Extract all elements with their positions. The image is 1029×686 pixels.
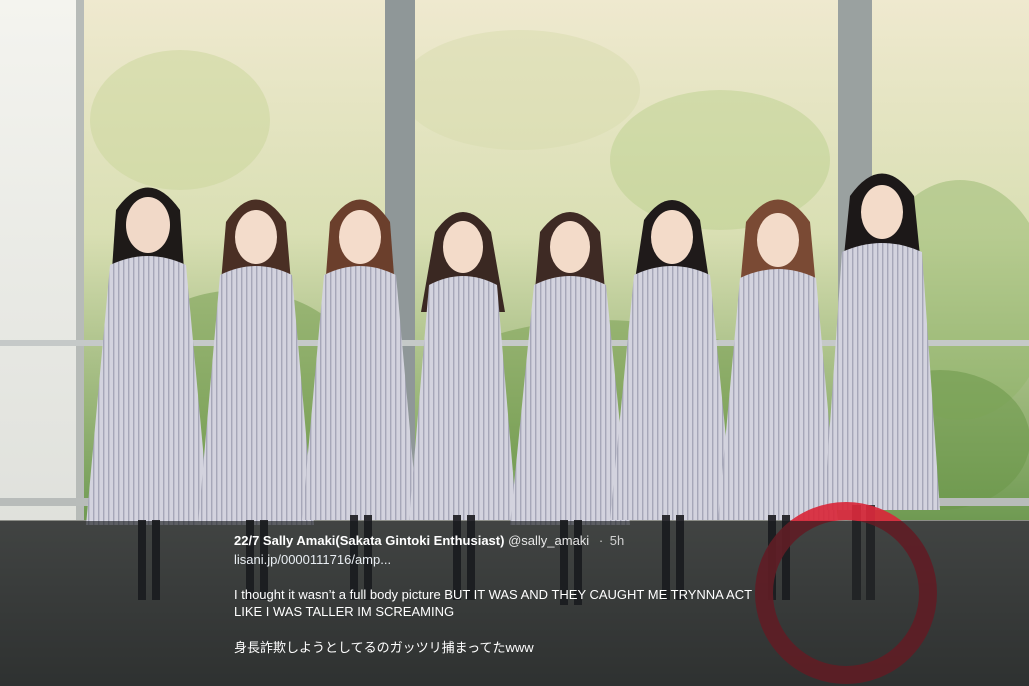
separator-dot: · xyxy=(598,533,604,548)
tweet-header: 22/7 Sally Amaki(Sakata Gintoki Enthusia… xyxy=(234,532,794,549)
media-viewer: 22/7 Sally Amaki(Sakata Gintoki Enthusia… xyxy=(0,0,1029,686)
tweet-text-japanese: 身長詐欺しようとしてるのガッツリ捕まってたwww xyxy=(234,640,534,655)
tweet-link[interactable]: lisani.jp/0000111716/amp... xyxy=(234,551,794,568)
tweet-text-line-1: I thought it wasn’t a full body picture … xyxy=(234,587,753,602)
tweet-caption: 22/7 Sally Amaki(Sakata Gintoki Enthusia… xyxy=(234,532,794,656)
tweet-text: I thought it wasn’t a full body picture … xyxy=(234,586,794,620)
author-display-name[interactable]: 22/7 Sally Amaki(Sakata Gintoki Enthusia… xyxy=(234,533,504,548)
tweet-text-line-2: LIKE I WAS TALLER IM SCREAMING xyxy=(234,604,455,619)
author-handle[interactable]: @sally_amaki xyxy=(508,533,589,548)
tweet-timestamp[interactable]: 5h xyxy=(610,533,624,548)
